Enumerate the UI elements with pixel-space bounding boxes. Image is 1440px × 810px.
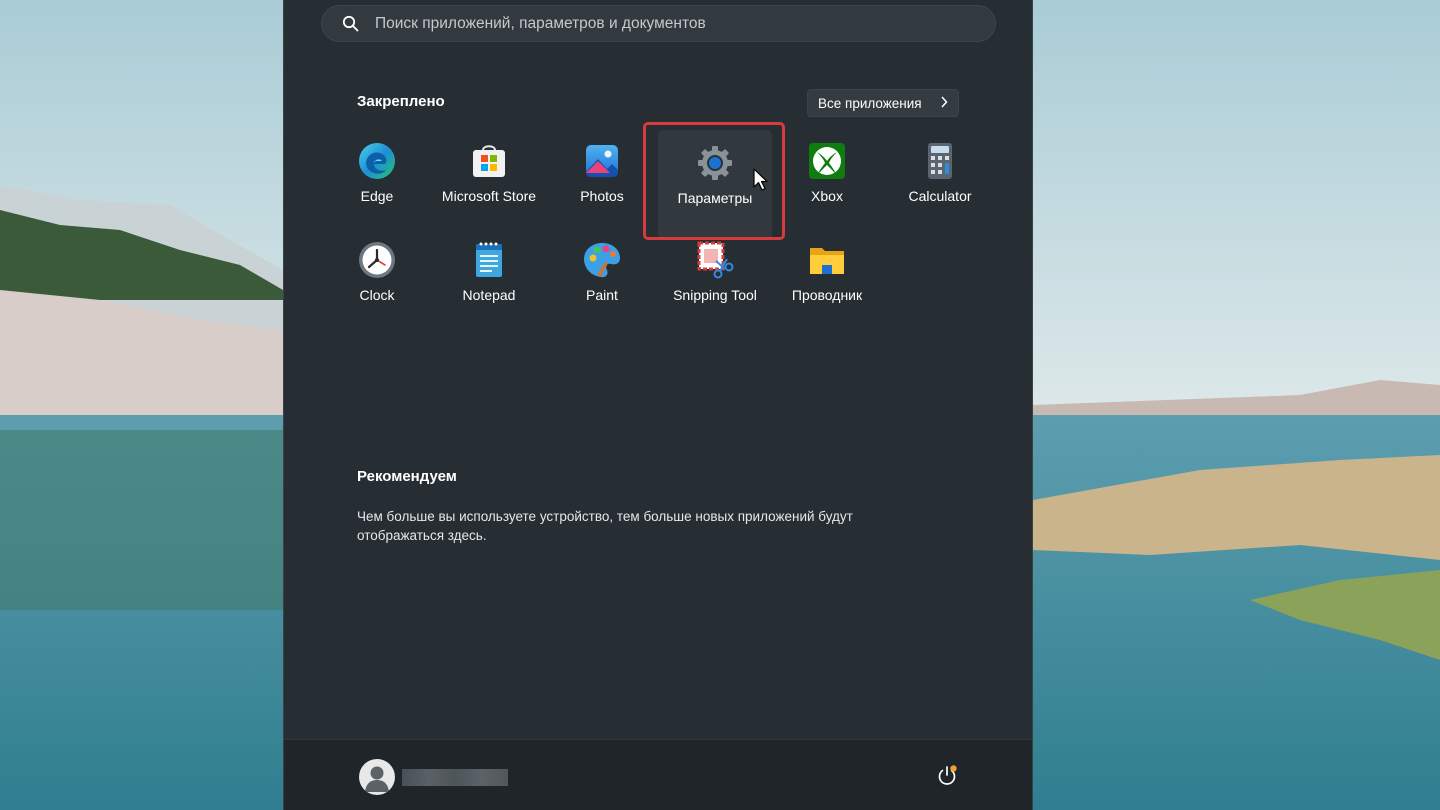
app-label-clock: Clock xyxy=(359,287,395,303)
search-input[interactable] xyxy=(373,13,995,34)
app-label-calculator: Calculator xyxy=(908,188,972,204)
search-icon xyxy=(342,15,359,32)
photos-icon xyxy=(583,142,621,180)
microsoft-store-icon xyxy=(470,142,508,180)
notepad-icon xyxy=(470,241,508,279)
user-avatar-icon[interactable] xyxy=(359,759,395,795)
start-menu-footer xyxy=(284,739,1032,810)
search-box[interactable] xyxy=(321,5,996,42)
app-label-edge: Edge xyxy=(360,188,394,204)
recommended-section-title: Рекомендуем xyxy=(357,468,457,485)
file-explorer-icon xyxy=(808,241,846,279)
app-label-paint: Paint xyxy=(586,287,618,303)
chevron-right-icon xyxy=(941,96,948,108)
app-tile-paint[interactable]: Paint xyxy=(546,226,658,324)
clock-icon xyxy=(358,241,396,279)
app-label-microsoft-store: Microsoft Store xyxy=(441,188,537,204)
power-icon[interactable] xyxy=(936,765,958,787)
mouse-cursor-icon xyxy=(753,168,768,191)
edge-icon xyxy=(358,142,396,180)
start-menu: Закреплено Все приложения Edge xyxy=(283,0,1033,810)
app-tile-snipping-tool[interactable]: Snipping Tool xyxy=(658,226,772,324)
app-label-file-explorer: Проводник xyxy=(791,287,863,303)
all-apps-label: Все приложения xyxy=(818,95,922,111)
app-tile-edge[interactable]: Edge xyxy=(321,127,433,225)
app-label-xbox: Xbox xyxy=(811,188,843,204)
app-tile-photos[interactable]: Photos xyxy=(546,127,658,225)
app-tile-xbox[interactable]: Xbox xyxy=(771,127,883,225)
update-badge xyxy=(950,765,957,772)
app-tile-calculator[interactable]: Calculator xyxy=(884,127,996,225)
app-label-snipping-tool: Snipping Tool xyxy=(673,287,757,303)
app-tile-clock[interactable]: Clock xyxy=(321,226,433,324)
xbox-icon xyxy=(808,142,846,180)
app-tile-notepad[interactable]: Notepad xyxy=(433,226,545,324)
pinned-section-title: Закреплено xyxy=(357,93,445,110)
paint-icon xyxy=(583,241,621,279)
user-name-redacted[interactable] xyxy=(402,769,508,786)
calculator-icon xyxy=(921,142,959,180)
all-apps-button[interactable]: Все приложения xyxy=(807,89,959,117)
app-tile-file-explorer[interactable]: Проводник xyxy=(771,226,883,324)
recommended-description: Чем больше вы используете устройство, те… xyxy=(357,509,853,543)
app-label-notepad: Notepad xyxy=(462,287,516,303)
app-label-photos: Photos xyxy=(580,188,624,204)
app-tile-microsoft-store[interactable]: Microsoft Store xyxy=(433,127,545,225)
snipping-tool-icon xyxy=(696,241,734,279)
